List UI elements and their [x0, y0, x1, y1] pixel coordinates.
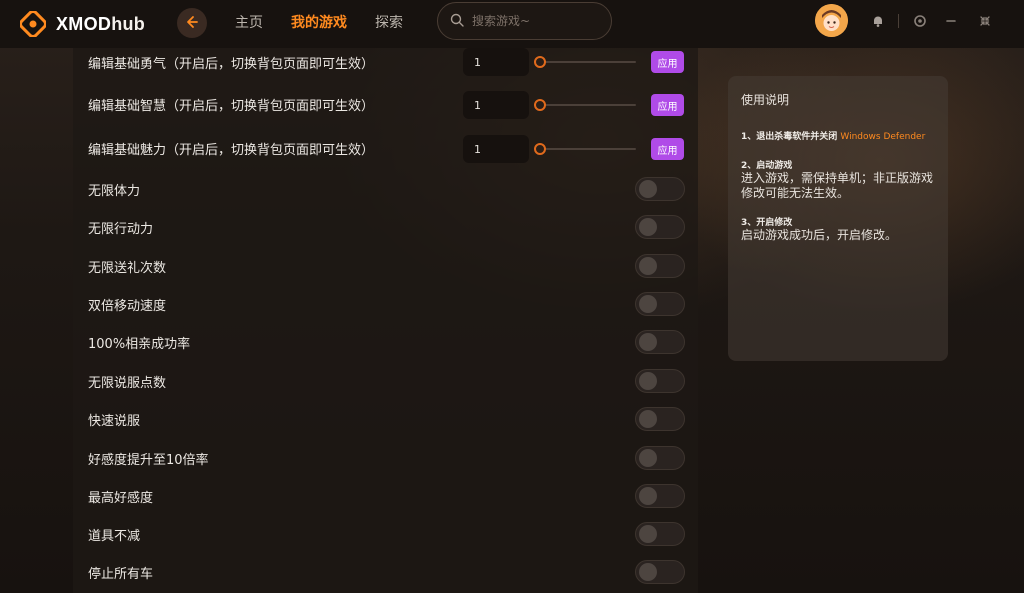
nav-my-games[interactable]: 我的游戏 [291, 12, 347, 32]
nav-home[interactable]: 主页 [235, 12, 263, 32]
courage-slider[interactable] [534, 56, 636, 68]
option-label: 编辑基础勇气（开启后，切换背包页面即可生效） [88, 56, 375, 72]
option-row: 双倍移动速度 [88, 289, 688, 319]
logo-text: XMODhub [56, 13, 146, 34]
collapse-icon[interactable] [976, 12, 994, 30]
option-label: 编辑基础魅力（开启后，切换背包页面即可生效） [88, 142, 375, 158]
option-label: 好感度提升至10倍率 [88, 452, 209, 468]
option-label: 无限行动力 [88, 221, 154, 237]
windows-defender-highlight: Windows Defender [840, 132, 926, 142]
option-label: 无限说服点数 [88, 375, 167, 391]
back-button[interactable] [177, 8, 207, 38]
option-row: 无限送礼次数 [88, 251, 688, 281]
wisdom-value-input[interactable]: 1 [463, 91, 529, 119]
toggle-switch[interactable] [635, 330, 685, 354]
toggle-switch[interactable] [635, 407, 685, 431]
option-row: 最高好感度 [88, 481, 688, 511]
wisdom-apply-button[interactable]: 应用 [651, 94, 684, 116]
courage-apply-button[interactable]: 应用 [651, 51, 684, 73]
option-row: 快速说服 [88, 404, 688, 434]
option-label: 100%相亲成功率 [88, 336, 191, 352]
search-input[interactable] [472, 14, 592, 28]
option-label: 最高好感度 [88, 490, 154, 506]
step-body: 启动游戏成功后，开启修改。 [741, 228, 898, 242]
search-icon [450, 12, 464, 31]
option-label: 无限送礼次数 [88, 260, 167, 276]
step-title: 3、开启修改 [741, 218, 793, 228]
instructions-title: 使用说明 [741, 93, 790, 107]
option-label: 双倍移动速度 [88, 298, 167, 314]
instruction-step-2: 2、启动游戏 进入游戏，需保持单机；非正版游戏修改可能无法生效。 [741, 158, 935, 201]
option-row: 100%相亲成功率 [88, 327, 688, 357]
toggle-switch[interactable] [635, 560, 685, 584]
option-label: 无限体力 [88, 183, 141, 199]
toggle-switch[interactable] [635, 522, 685, 546]
toggle-switch[interactable] [635, 254, 685, 278]
step-body: 进入游戏，需保持单机；非正版游戏修改可能无法生效。 [741, 171, 934, 200]
option-row: 无限行动力 [88, 212, 688, 242]
courage-value-input[interactable]: 1 [463, 48, 529, 76]
options-panel [73, 48, 698, 593]
charm-value-input[interactable]: 1 [463, 135, 529, 163]
option-row: 无限体力 [88, 174, 688, 204]
toggle-switch[interactable] [635, 292, 685, 316]
toggle-switch[interactable] [635, 446, 685, 470]
search-box[interactable] [437, 2, 612, 40]
charm-apply-button[interactable]: 应用 [651, 138, 684, 160]
slider-handle[interactable] [534, 56, 546, 68]
instruction-step-3: 3、开启修改 启动游戏成功后，开启修改。 [741, 215, 935, 243]
step-title: 2、启动游戏 [741, 161, 793, 171]
minimize-icon[interactable] [942, 12, 960, 30]
toggle-switch[interactable] [635, 215, 685, 239]
slider-handle[interactable] [534, 143, 546, 155]
option-label: 快速说服 [88, 413, 141, 429]
back-arrow-icon [185, 14, 199, 33]
settings-icon[interactable] [911, 12, 929, 30]
avatar[interactable] [815, 4, 848, 37]
option-row: 好感度提升至10倍率 [88, 443, 688, 473]
option-row: 无限说服点数 [88, 366, 688, 396]
instruction-step-1: 1、退出杀毒软件并关闭 Windows Defender [741, 130, 935, 144]
slider-handle[interactable] [534, 99, 546, 111]
option-label: 编辑基础智慧（开启后，切换背包页面即可生效） [88, 98, 375, 114]
step-title: 1、退出杀毒软件并关闭 [741, 132, 841, 142]
logo-icon [19, 10, 47, 38]
charm-slider[interactable] [534, 143, 636, 155]
option-row: 道具不减 [88, 519, 688, 549]
instructions-card: 使用说明 1、退出杀毒软件并关闭 Windows Defender 2、启动游戏… [728, 76, 948, 361]
option-label: 停止所有车 [88, 566, 154, 582]
nav-explore[interactable]: 探索 [375, 12, 403, 32]
toolbar-divider [898, 14, 899, 28]
option-label: 道具不减 [88, 528, 141, 544]
toggle-switch[interactable] [635, 484, 685, 508]
bell-icon[interactable] [869, 12, 887, 30]
wisdom-slider[interactable] [534, 99, 636, 111]
toggle-switch[interactable] [635, 177, 685, 201]
toggle-switch[interactable] [635, 369, 685, 393]
option-row: 停止所有车 [88, 557, 688, 587]
app-logo[interactable]: XMODhub [19, 10, 146, 38]
